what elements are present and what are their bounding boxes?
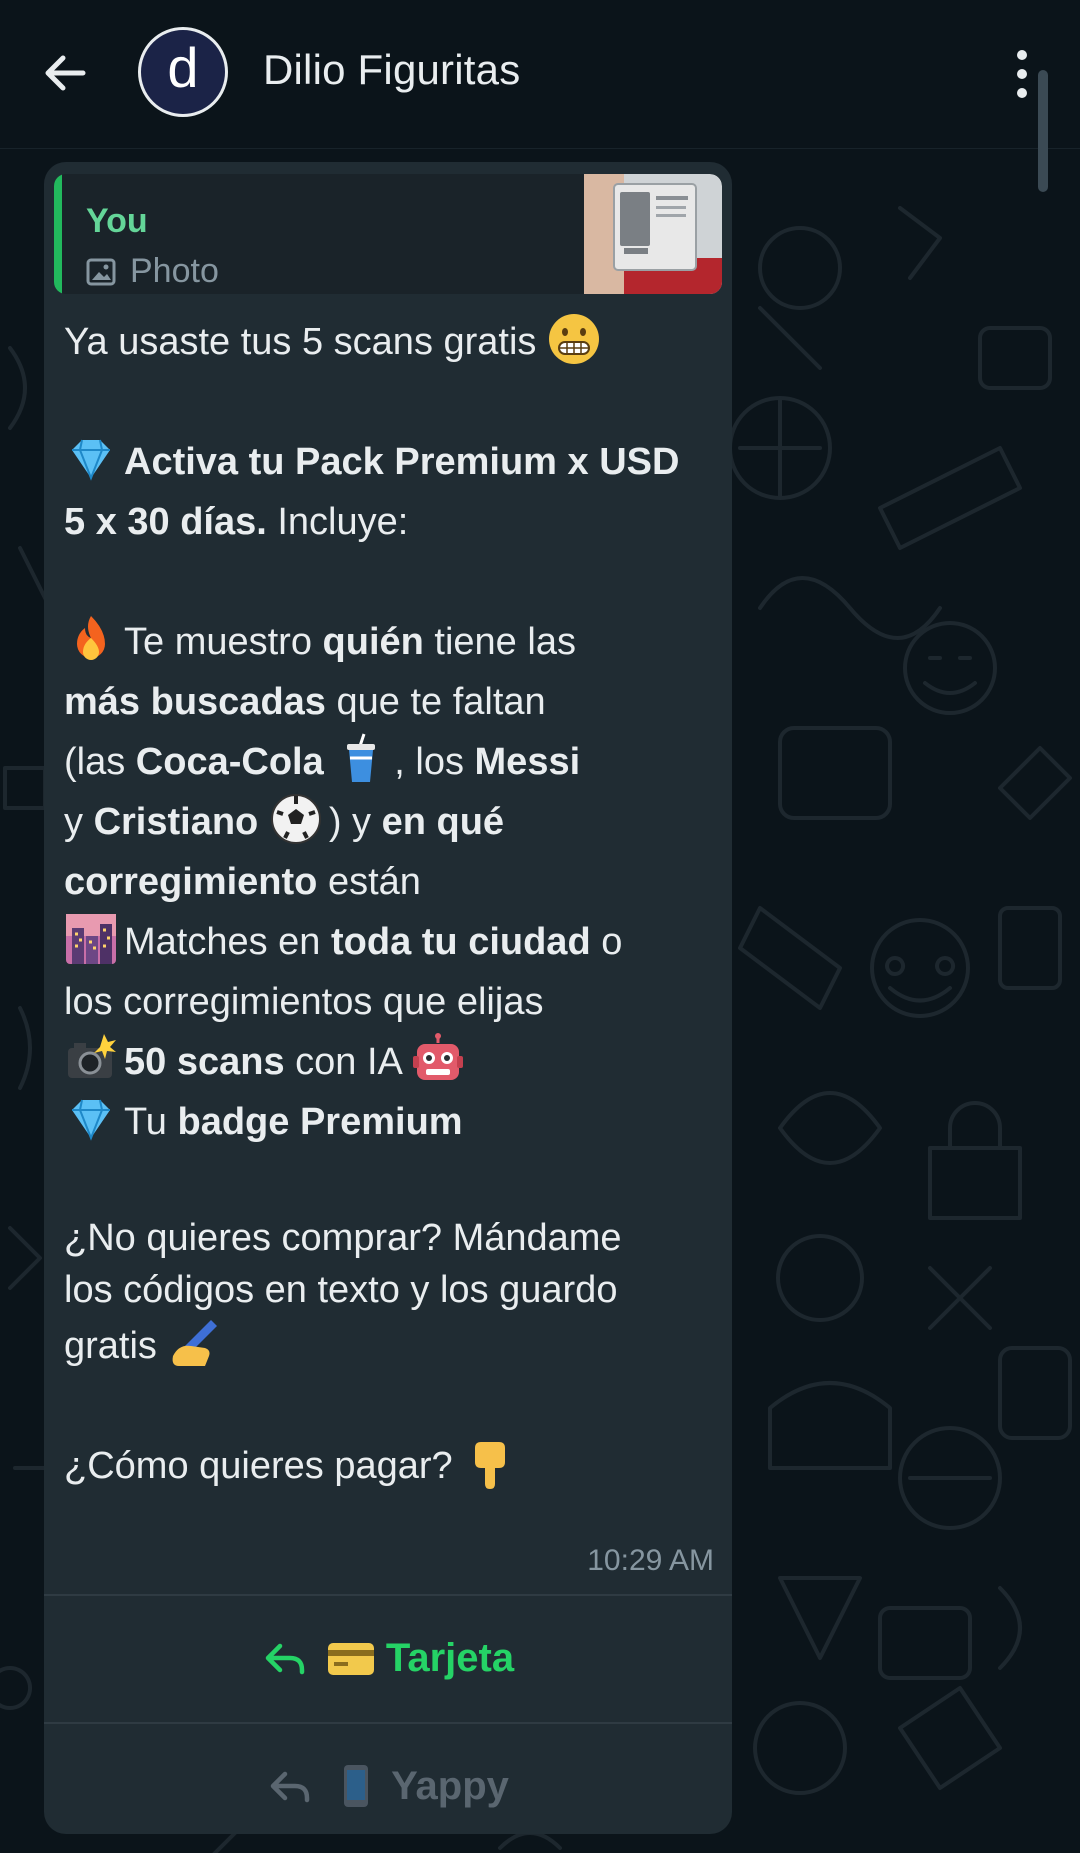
chat-header: d Dilio Figuritas xyxy=(0,0,1080,149)
text-bold: toda tu ciudad xyxy=(331,921,591,963)
text-line: ¿No quieres comprar? Mándame xyxy=(64,1212,724,1264)
photo-icon xyxy=(86,258,116,285)
message-bubble[interactable]: You Photo Ya usaste tus 5 scans gratis A… xyxy=(44,162,732,1834)
text-span: están xyxy=(317,861,421,903)
arrow-left-icon xyxy=(45,55,86,91)
more-options-button[interactable] xyxy=(1002,44,1042,104)
avatar[interactable]: d xyxy=(138,27,228,117)
gem-icon xyxy=(72,439,110,481)
camera-flash-icon xyxy=(68,1034,116,1078)
mobile-phone-icon xyxy=(344,1765,369,1807)
text-bold: 50 scans xyxy=(124,1041,285,1083)
text-span: o xyxy=(590,921,623,963)
text-span: con IA xyxy=(284,1041,401,1083)
text-line: Ya usaste tus 5 scans gratis xyxy=(64,312,724,372)
contact-name[interactable]: Dilio Figuritas xyxy=(263,46,520,94)
text-line: Te muestro quién tiene las xyxy=(64,612,724,672)
fire-icon xyxy=(77,616,105,660)
text-span: ) y xyxy=(328,801,382,843)
credit-card-icon xyxy=(327,1643,374,1675)
quoted-type: Photo xyxy=(86,252,219,291)
quoted-message[interactable]: You Photo xyxy=(54,174,722,294)
message-time: 10:29 AM xyxy=(587,1544,714,1577)
text-span: y xyxy=(64,801,94,843)
more-vertical-icon xyxy=(1017,50,1027,60)
text-bold: quién xyxy=(322,621,424,663)
text-line: Matches en toda tu ciudad o xyxy=(64,912,724,972)
text-span: Te muestro xyxy=(124,621,323,663)
chat-screen: d Dilio Figuritas You Photo Ya usaste tu… xyxy=(0,0,1080,1853)
text-bold: más buscadas xyxy=(64,681,326,723)
thumbnail-image xyxy=(584,174,722,294)
text-line: 5 x 30 días. Incluye: xyxy=(64,492,724,552)
text-span: los corregimientos que elijas xyxy=(64,981,544,1023)
text-bold: badge Premium xyxy=(177,1101,463,1143)
text-span: que te faltan xyxy=(325,681,546,723)
text-line: más buscadas que te faltan xyxy=(64,672,724,732)
scrollbar[interactable] xyxy=(1038,70,1048,192)
avatar-letter: d xyxy=(167,36,199,99)
message-text: Ya usaste tus 5 scans gratis Activa tu P… xyxy=(64,312,724,1496)
text-line: corregimiento están xyxy=(64,852,724,912)
quoted-author: You xyxy=(86,202,148,240)
reply-arrow-icon xyxy=(270,1771,310,1803)
text-span: Ya usaste tus 5 scans gratis xyxy=(64,321,537,363)
quick-reply-label: Tarjeta xyxy=(385,1635,515,1680)
text-line: Activa tu Pack Premium x USD xyxy=(64,432,724,492)
gem-icon xyxy=(72,1099,110,1141)
text-line: los códigos en texto y los guardo xyxy=(64,1264,724,1316)
text-span: Matches en xyxy=(124,921,331,963)
text-span: gratis xyxy=(64,1325,157,1367)
chat-area[interactable]: You Photo Ya usaste tus 5 scans gratis A… xyxy=(0,148,1080,1853)
text-span: (las xyxy=(64,741,136,783)
quoted-type-label: Photo xyxy=(130,252,219,290)
text-span: Incluye: xyxy=(266,501,409,543)
reply-arrow-icon xyxy=(265,1643,305,1675)
text-line: ¿Cómo quieres pagar? xyxy=(64,1436,724,1496)
text-span: Tu xyxy=(124,1101,178,1143)
text-span: los códigos en texto y los guardo xyxy=(64,1269,618,1311)
text-bold: 5 x 30 días. xyxy=(64,501,267,543)
text-line: (las Coca-Cola , los Messi xyxy=(64,732,724,792)
text-line: y Cristiano ) y en qué xyxy=(64,792,724,852)
text-span: ¿Cómo quieres pagar? xyxy=(64,1445,453,1487)
text-line: los corregimientos que elijas xyxy=(64,972,724,1032)
soccer-ball-icon xyxy=(270,794,321,844)
quote-accent-bar xyxy=(54,174,62,294)
quoted-photo-thumbnail[interactable] xyxy=(584,174,722,294)
text-bold: en qué xyxy=(381,801,505,843)
text-line: 50 scans con IA xyxy=(64,1032,724,1092)
text-line: Tu badge Premium xyxy=(64,1092,724,1152)
quick-reply-label: Yappy xyxy=(391,1763,509,1808)
quick-reply-yappy[interactable]: Yappy xyxy=(44,1724,732,1834)
text-span: ¿No quieres comprar? Mándame xyxy=(64,1217,622,1259)
text-span: tiene las xyxy=(423,621,576,663)
cup-with-straw-icon xyxy=(347,733,376,782)
text-bold: Messi xyxy=(474,741,581,783)
pointing-down-icon xyxy=(475,1442,506,1489)
back-button[interactable] xyxy=(30,38,100,108)
menu-dot xyxy=(1017,88,1027,98)
menu-dot xyxy=(1017,69,1027,79)
text-bold: Activa tu Pack Premium x USD xyxy=(124,441,680,483)
quick-reply-tarjeta[interactable]: Tarjeta xyxy=(44,1596,732,1720)
text-bold: Cristiano xyxy=(93,801,259,843)
grimacing-face-icon xyxy=(548,314,599,364)
writing-hand-icon xyxy=(173,1320,218,1366)
text-span: , los xyxy=(394,741,475,783)
robot-icon xyxy=(413,1033,464,1080)
text-line: gratis xyxy=(64,1316,724,1376)
text-bold: corregimiento xyxy=(64,861,318,903)
cityscape-icon xyxy=(66,914,116,964)
text-bold: Coca-Cola xyxy=(135,741,324,783)
